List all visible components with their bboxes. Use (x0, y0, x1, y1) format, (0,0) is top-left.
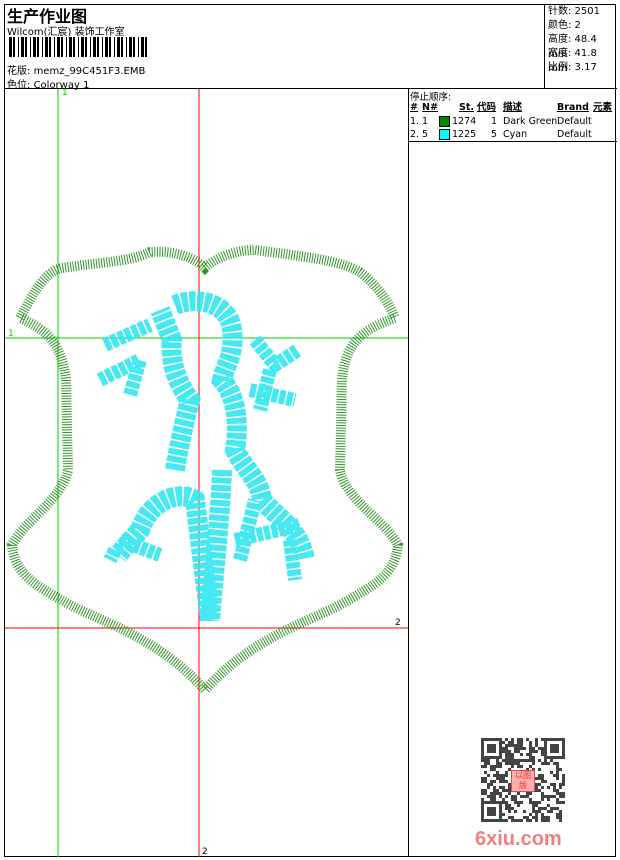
guide-label-green-top: 1 (62, 88, 68, 98)
watermark-stamp: 以图版 (511, 770, 535, 792)
lion-embroidery (96, 291, 315, 622)
watermark-logo: 6xiu.com (475, 828, 562, 850)
shield-outline-embroidery (6, 244, 404, 698)
guide-label-red-right: 2 (395, 618, 401, 628)
guide-label-green-left: 1 (8, 329, 14, 339)
design-preview (5, 89, 408, 857)
production-worksheet: 生产作业图 Wilcom(汇宸) 装饰工作室 花版: memz_99C451F3… (0, 0, 620, 860)
guide-label-red-bottom: 2 (202, 847, 208, 857)
